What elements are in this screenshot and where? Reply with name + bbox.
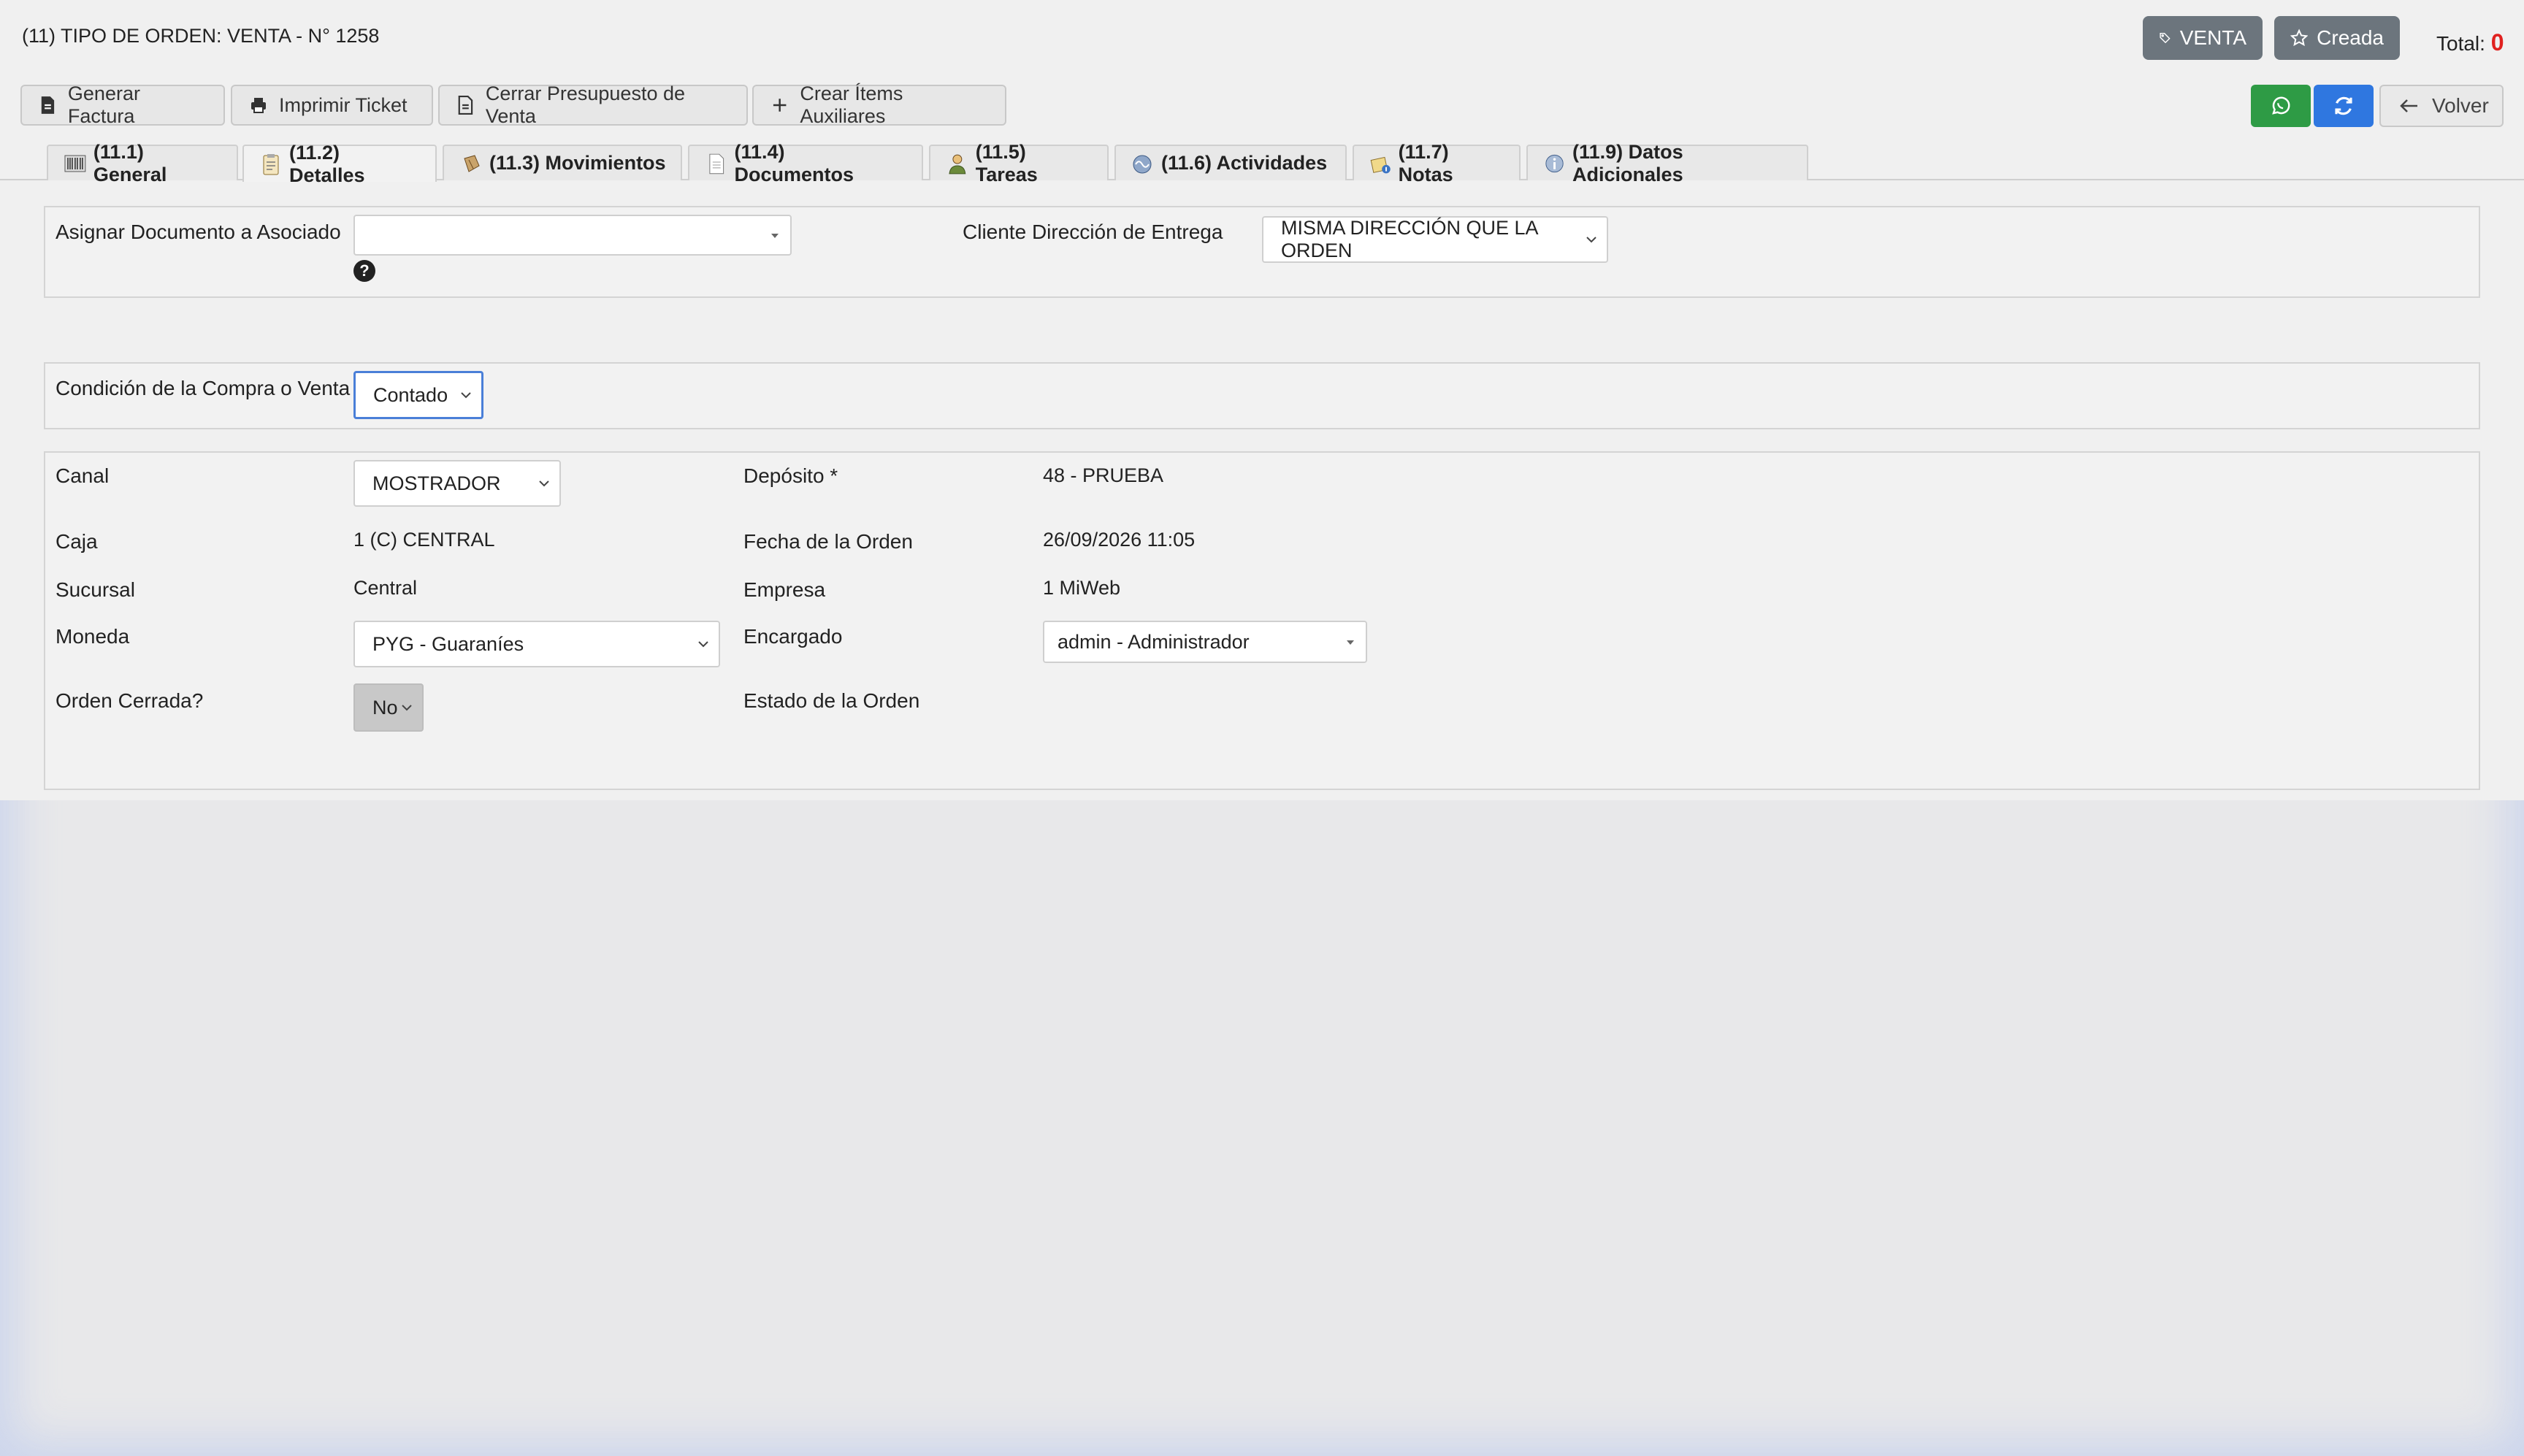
page-title: (11) TIPO DE ORDEN: VENTA - N° 1258 (22, 25, 380, 47)
generar-factura-button[interactable]: Generar Factura (20, 83, 225, 127)
notes-icon (1370, 156, 1391, 173)
app-window: (11) TIPO DE ORDEN: VENTA - N° 1258 VENT… (0, 0, 2524, 1456)
file-icon (458, 96, 473, 115)
clipboard-icon (263, 153, 279, 175)
imprimir-ticket-button[interactable]: Imprimir Ticket (231, 85, 433, 126)
sucursal-label: Sucursal (56, 578, 135, 601)
order-type-label: VENTA (2179, 26, 2246, 49)
info-icon (1545, 154, 1564, 172)
fecha-label: Fecha de la Orden (743, 530, 913, 553)
activity-icon (1133, 155, 1152, 173)
crear-items-button[interactable]: Crear Ítems Auxiliares (752, 83, 1006, 127)
help-icon[interactable]: ? (353, 260, 375, 282)
deposito-value: 48 - PRUEBA (1043, 464, 1164, 486)
imprimir-ticket-label: Imprimir Ticket (279, 93, 408, 116)
tab-label: (11.2) Detalles (288, 141, 365, 186)
crear-items-label: Crear Ítems Auxiliares (800, 83, 903, 127)
empresa-value: 1 MiWeb (1043, 577, 1121, 599)
fecha-value: 26/09/2026 11:05 (1043, 529, 1196, 551)
deposito-label: Depósito * (743, 464, 838, 487)
package-icon (464, 154, 480, 172)
encargado-value: admin - Administrador (1058, 630, 1250, 653)
moneda-label: Moneda (56, 625, 130, 648)
cerrada-label: Orden Cerrada? (56, 689, 204, 712)
caret-down-icon (771, 234, 779, 238)
tab-detalles[interactable]: (11.2) Detalles (242, 142, 437, 186)
encargado-label: Encargado (743, 625, 843, 648)
asociado-select[interactable] (353, 215, 792, 256)
encargado-select[interactable]: admin - Administrador (1043, 621, 1367, 663)
condicion-value: Contado (373, 383, 448, 406)
plus-icon (773, 99, 787, 112)
canal-value: MOSTRADOR (372, 472, 501, 494)
arrow-left-icon (2400, 99, 2417, 112)
total-value: 0 (2490, 29, 2504, 55)
cerrada-value: No (372, 696, 398, 719)
order-status-badge: Creada (2274, 16, 2400, 60)
tab-datos-adicionales[interactable]: (11.9) Datos Adicionales (1526, 141, 1808, 185)
caja-value: 1 (C) CENTRAL (353, 529, 495, 551)
chevron-down-icon (402, 705, 412, 711)
sucursal-value: Central (353, 577, 418, 599)
chevron-down-icon (1586, 237, 1596, 243)
tab-notas[interactable]: (11.7) Notas (1353, 141, 1521, 185)
order-status-label: Creada (2317, 26, 2384, 49)
star-icon (2290, 28, 2309, 47)
tab-tareas[interactable]: (11.5) Tareas (929, 141, 1109, 185)
chevron-down-icon (539, 480, 549, 487)
tab-label: (11.7) Notas (1398, 140, 1453, 185)
tab-actividades[interactable]: (11.6) Actividades (1114, 145, 1347, 180)
canal-label: Canal (56, 464, 110, 487)
chevron-down-icon (698, 641, 708, 648)
tab-documentos[interactable]: (11.4) Documentos (688, 141, 923, 185)
empresa-label: Empresa (743, 578, 826, 601)
document-icon (709, 153, 724, 174)
cerrar-presupuesto-label: Cerrar Presupuesto de Venta (485, 83, 685, 127)
entrega-label: Cliente Dirección de Entrega (963, 221, 1223, 243)
content-area: (11) TIPO DE ORDEN: VENTA - N° 1258 VENT… (0, 0, 2524, 800)
condicion-label: Condición de la Compra o Venta (56, 377, 351, 399)
order-type-badge: VENTA (2143, 16, 2263, 60)
refresh-icon (2335, 96, 2352, 115)
chevron-down-icon (461, 392, 471, 399)
total-label: Total: (2436, 32, 2485, 55)
user-icon (949, 154, 966, 174)
total-display: Total: 0 (2436, 29, 2504, 56)
whatsapp-icon (2272, 96, 2290, 115)
entrega-value: MISMA DIRECCIÓN QUE LA ORDEN (1281, 217, 1538, 261)
tab-label: (11.9) Datos Adicionales (1572, 140, 1683, 185)
asociado-label: Asignar Documento a Asociado (56, 221, 341, 243)
condicion-select[interactable]: Contado (353, 371, 483, 419)
tab-movimientos[interactable]: (11.3) Movimientos (443, 145, 682, 180)
volver-button[interactable]: Volver (2379, 85, 2504, 127)
whatsapp-button[interactable] (2251, 85, 2311, 127)
moneda-value: PYG - Guaraníes (372, 632, 524, 655)
cerrar-presupuesto-button[interactable]: Cerrar Presupuesto de Venta (438, 83, 748, 127)
tab-label: (11.3) Movimientos (489, 152, 666, 174)
caja-label: Caja (56, 530, 98, 553)
moneda-select[interactable]: PYG - Guaraníes (353, 621, 720, 667)
canal-select[interactable]: MOSTRADOR (353, 460, 561, 507)
printer-icon (251, 98, 266, 113)
tag-icon (2160, 33, 2171, 44)
refresh-button[interactable] (2314, 85, 2374, 127)
tab-label: (11.5) Tareas (975, 140, 1038, 185)
tab-label: (11.4) Documentos (734, 140, 854, 185)
tab-general[interactable]: (11.1) General (47, 141, 238, 185)
tab-label: (11.1) General (93, 140, 167, 185)
generar-factura-label: Generar Factura (67, 83, 140, 127)
file-icon (41, 96, 55, 114)
tab-label: (11.6) Actividades (1161, 152, 1328, 174)
cerrada-select[interactable]: No (353, 683, 424, 732)
estado-label: Estado de la Orden (743, 689, 920, 712)
caret-down-icon (1347, 640, 1354, 645)
volver-label: Volver (2432, 94, 2489, 117)
entrega-select[interactable]: MISMA DIRECCIÓN QUE LA ORDEN (1262, 216, 1608, 263)
barcode-icon (64, 155, 86, 172)
